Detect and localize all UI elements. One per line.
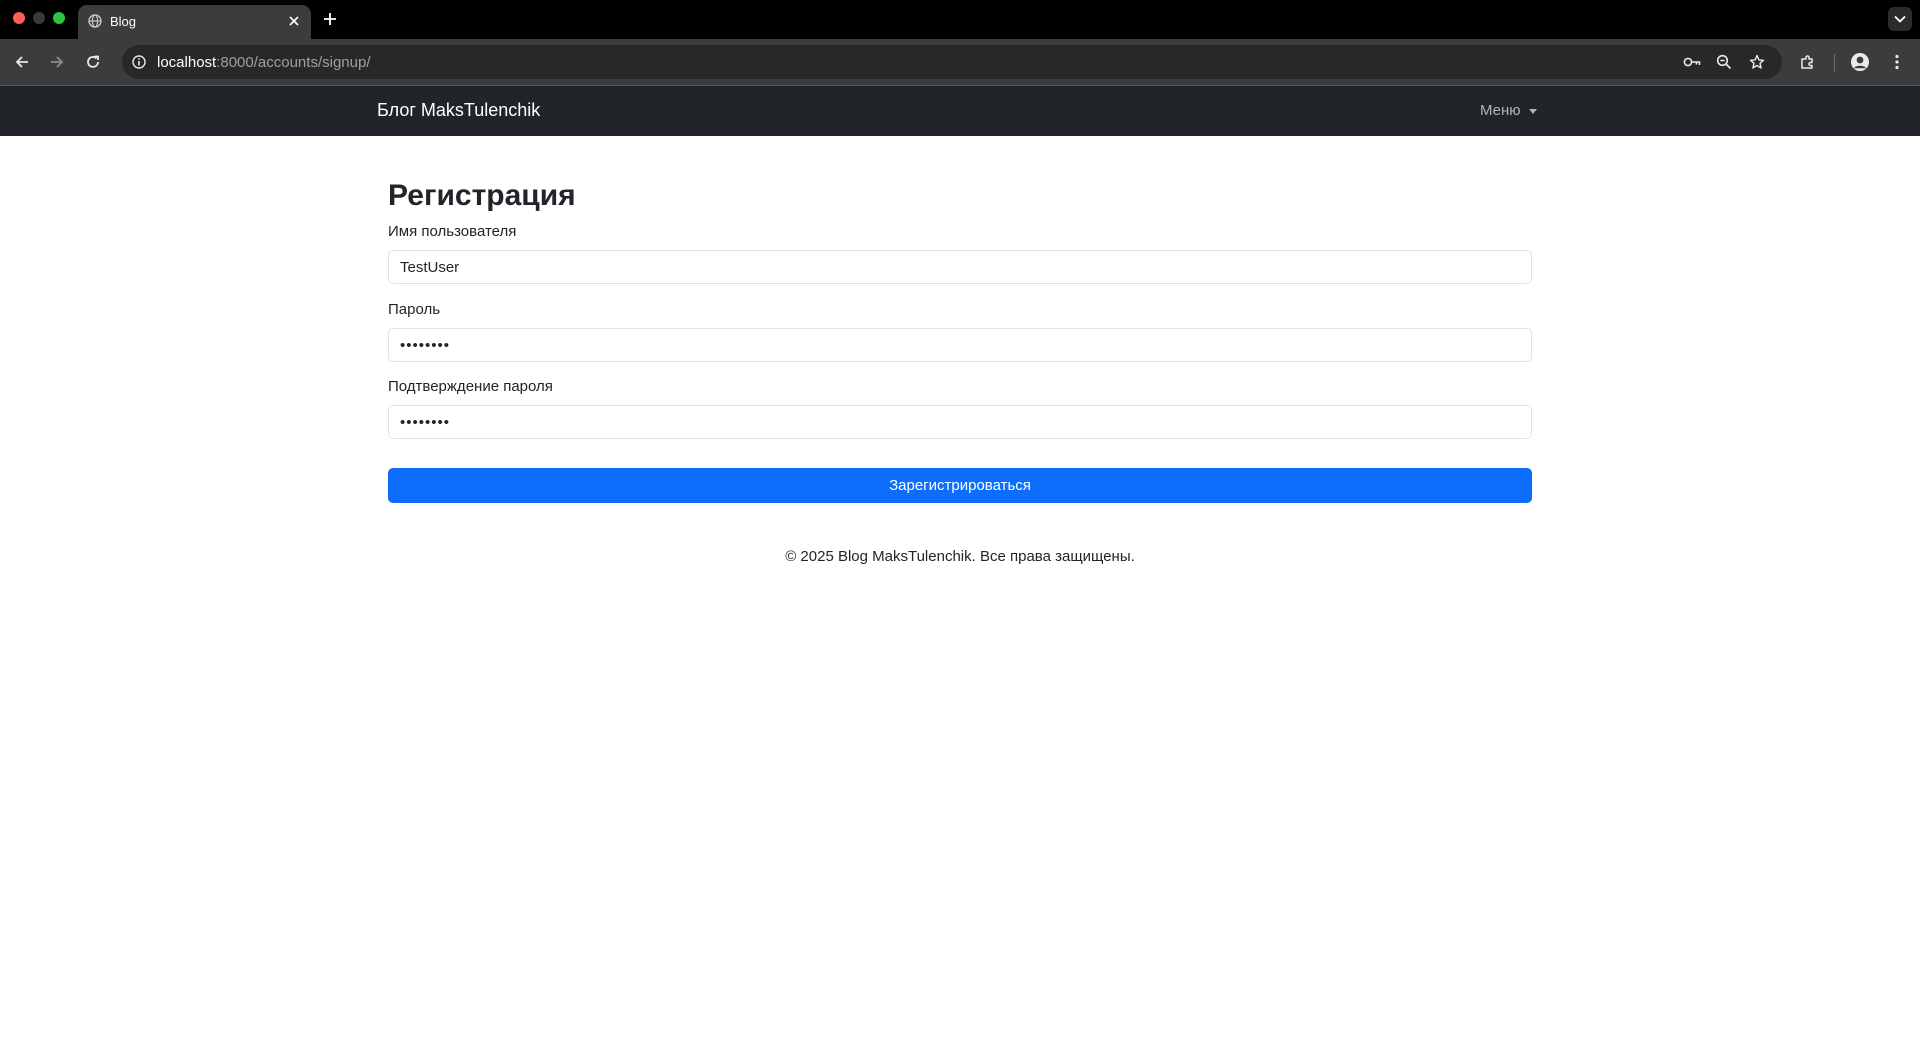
back-icon[interactable]	[11, 51, 33, 73]
forward-icon[interactable]	[46, 51, 68, 73]
profile-icon[interactable]	[1849, 51, 1871, 73]
reload-icon[interactable]	[82, 51, 104, 73]
url-host: localhost	[157, 54, 217, 71]
zoom-icon[interactable]	[1715, 53, 1733, 71]
key-icon[interactable]	[1683, 53, 1701, 71]
menu-dropdown-toggle[interactable]: Меню	[1480, 102, 1537, 119]
chevron-down-icon[interactable]	[1888, 7, 1912, 31]
star-icon[interactable]	[1748, 53, 1766, 71]
close-icon[interactable]	[286, 13, 302, 29]
password-confirm-label: Подтверждение пароля	[388, 378, 553, 395]
signup-submit-button[interactable]: Зарегистрироваться	[388, 468, 1532, 503]
globe-icon	[88, 14, 102, 28]
password-input[interactable]	[388, 328, 1532, 362]
url-path: :8000/accounts/signup/	[216, 54, 371, 71]
site-navbar: Блог MaksTulenchik Меню	[0, 86, 1920, 136]
toolbar-separator	[1834, 54, 1835, 72]
navbar-brand[interactable]: Блог MaksTulenchik	[377, 100, 540, 121]
address-bar[interactable]: localhost:8000/accounts/signup/	[122, 45, 1782, 79]
username-input[interactable]	[388, 250, 1532, 284]
password-label: Пароль	[388, 301, 441, 318]
username-label: Имя пользователя	[388, 223, 517, 240]
browser-tab[interactable]: Blog	[78, 5, 311, 39]
plus-icon[interactable]	[320, 9, 340, 29]
info-icon[interactable]	[130, 53, 148, 71]
window-zoom-button[interactable]	[53, 12, 65, 24]
password-confirm-input[interactable]	[388, 405, 1532, 439]
browser-toolbar: localhost:8000/accounts/signup/	[0, 39, 1920, 86]
window-close-button[interactable]	[13, 12, 25, 24]
more-icon[interactable]	[1886, 51, 1908, 73]
browser-tabstrip: Blog	[0, 0, 1920, 39]
page-title: Регистрация	[388, 179, 576, 212]
menu-label: Меню	[1480, 102, 1521, 119]
page-footer: © 2025 Blog MaksTulenchik. Все права защ…	[785, 548, 1135, 565]
window-minimize-button[interactable]	[33, 12, 45, 24]
extensions-icon[interactable]	[1797, 51, 1819, 73]
url-text[interactable]: localhost:8000/accounts/signup/	[157, 54, 370, 71]
caret-down-icon	[1528, 109, 1537, 114]
tab-title: Blog	[110, 14, 137, 29]
